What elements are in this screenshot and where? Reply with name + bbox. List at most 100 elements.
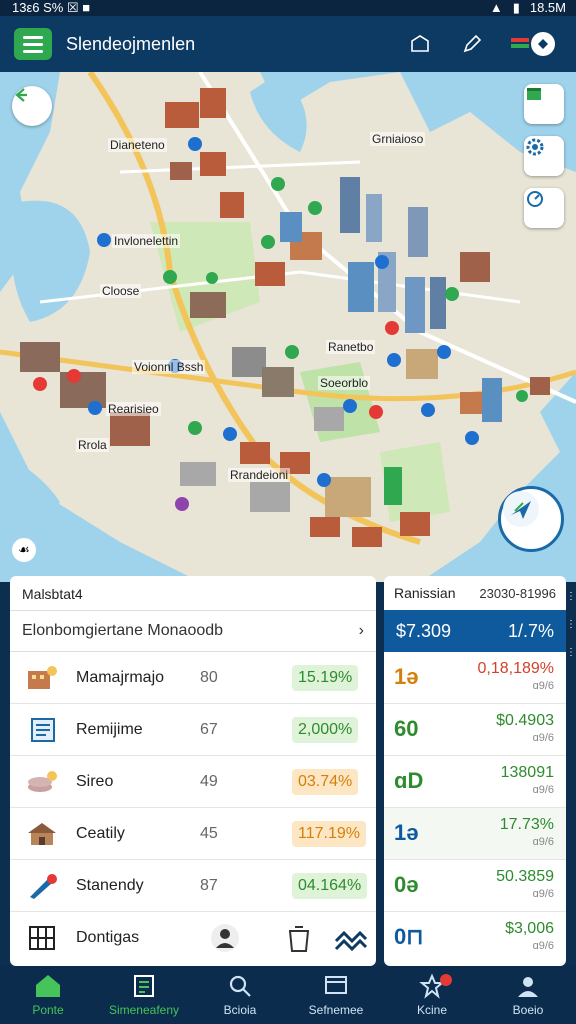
wifi-icon: ▲ [489,0,503,15]
chevron-right-icon: › [358,622,364,639]
row-glyph-icon: 1ə [394,820,419,845]
nav-profile[interactable]: Boeio [480,966,576,1024]
map-label-5: Rearisieo [106,402,161,416]
stats-panel: Malsbtat4 Elonbomgiertane Monaoodb › Mam… [10,576,376,966]
map-label-3: Cloose [100,284,142,298]
banner-percent: 1/.7% [507,620,554,641]
pen-icon [30,873,57,899]
gear-icon [526,138,544,156]
nav-home[interactable]: Ponte [0,966,96,1024]
status-bar: 13ε6 S% ☒ ■ ▲ ▮ 18.5M [0,0,576,16]
row-label: Mamajrmajo [76,668,165,686]
nav-favorites-label: Kcine [416,1003,448,1017]
person-icon[interactable] [210,923,240,953]
grid-icon [29,926,55,950]
bottom-nav: Ponte Simeneafeny Bcioia Sefnemee Kcine … [0,966,576,1024]
settings-button[interactable] [524,136,564,176]
map-label-1: Dianeteno [108,138,167,152]
table-row[interactable]: Ceatily 45 117.19% [10,808,376,860]
row-value: $0.4903 [496,712,554,729]
edit-icon[interactable] [458,30,486,58]
finance-row[interactable]: 60 $0.4903 ɑ9/6 [384,704,566,756]
layers-button[interactable] [524,84,564,124]
row-glyph-icon: 60 [394,716,419,741]
row-sub: ɑ9/6 [532,784,554,796]
table-row[interactable]: Mamajrmajo 80 15.19% [10,652,376,704]
finance-row[interactable]: 0⊓ $3,006 ɑ9/6 [384,912,566,964]
app-title: Slendeojmenlen [66,34,196,54]
user-icon [518,977,538,997]
navigate-button[interactable] [498,486,564,552]
footer-row[interactable]: Dontigas [10,912,376,964]
nav-search-label: Bcioia [223,1003,257,1017]
row-sub: ɑ9/6 [532,940,554,952]
row-sub: ɑ9/6 [532,732,554,744]
map-label-9: Rrandeioni [228,468,291,482]
nav-list[interactable]: Simeneafeny [96,966,192,1024]
nav-screen[interactable]: Sefnemee [288,966,384,1024]
table-row[interactable]: Sireo 49 03.74% [10,756,376,808]
row-value: 17.73% [499,816,554,833]
home-icon [36,975,60,997]
banner-amount: $7.309 [396,620,452,641]
document-icon [31,717,55,742]
table-row[interactable]: Stanendy 87 04.164% [10,860,376,912]
house-icon [28,822,56,845]
map-label-2: Invlonelettin [112,234,181,248]
hotel-icon [28,665,57,689]
row-label: Stanendy [76,876,144,894]
row-value: 0,18,189% [477,660,554,677]
nav-favorites[interactable]: Kcine [384,966,480,1024]
back-arrow-icon [15,88,27,102]
chart-icon[interactable] [334,923,368,953]
row-percent-badge: 03.74% [292,768,359,795]
row-count: 87 [200,876,218,894]
row-glyph-icon: ɑD [394,768,424,793]
finance-row[interactable]: 0ə 50.3859 ɑ9/6 [384,860,566,912]
trash-icon[interactable] [286,923,312,953]
row-count: 80 [200,668,218,686]
nav-search[interactable]: Bcioia [192,966,288,1024]
row-percent-badge: 04.164% [292,872,368,899]
profile-icon[interactable] [508,30,556,58]
footer-label: Dontigas [76,929,140,946]
layers-icon [527,88,541,100]
map-layers-icon[interactable] [406,30,434,58]
row-percent-badge: 2,000% [292,716,359,743]
row-sub: ɑ9/6 [532,680,554,692]
row-label: Ceatily [76,824,125,842]
row-glyph-icon: 0ə [394,872,419,897]
nav-screen-label: Sefnemee [308,1003,364,1017]
map-view[interactable]: Dianeteno Invlonelettin Cloose Voionnl B… [0,72,576,582]
scroll-indicator[interactable]: ⋮ ⋮ ⋮ [566,590,576,660]
selector-label: Elonbomgiertane Monaoodb [22,622,224,639]
finance-row[interactable]: ɑD 138091 ɑ9/6 [384,756,566,808]
back-button[interactable] [12,86,52,126]
finance-row[interactable]: 1ə 0,18,189% ɑ9/6 [384,652,566,704]
map-label-8: Soeorblo [318,376,371,390]
row-value: 138091 [500,764,554,781]
screen-icon [325,976,347,994]
map-label-10: Grniaioso [370,132,426,146]
row-sub: ɑ9/6 [532,888,554,900]
locate-button[interactable] [524,188,564,228]
finance-row[interactable]: 1ə 17.73% ɑ9/6 [384,808,566,860]
row-count: 67 [200,720,218,738]
search-icon [229,975,251,997]
compass-icon [527,191,543,207]
finance-panel: Ranissian 23030-81996 $7.309 1/.7% 1ə 0,… [384,576,566,966]
category-selector[interactable]: Elonbomgiertane Monaoodb › [10,610,376,652]
row-percent-badge: 117.19% [292,820,366,847]
nav-list-label: Simeneafeny [108,1003,180,1017]
table-row[interactable]: Remijime 67 2,000% [10,704,376,756]
row-value: 50.3859 [496,868,554,885]
map-graphic [0,72,576,582]
status-left: 13ε6 S% ☒ ■ [12,0,91,15]
finance-banner[interactable]: $7.309 1/.7% [384,610,566,652]
map-label-7: Ranetbo [326,340,376,354]
map-marker-icon[interactable]: ☙ [12,538,36,562]
navigation-arrow-icon [503,491,539,527]
finance-header: Ranissian 23030-81996 [384,576,566,610]
map-label-6: Rrola [76,438,109,452]
menu-button[interactable] [14,28,52,60]
